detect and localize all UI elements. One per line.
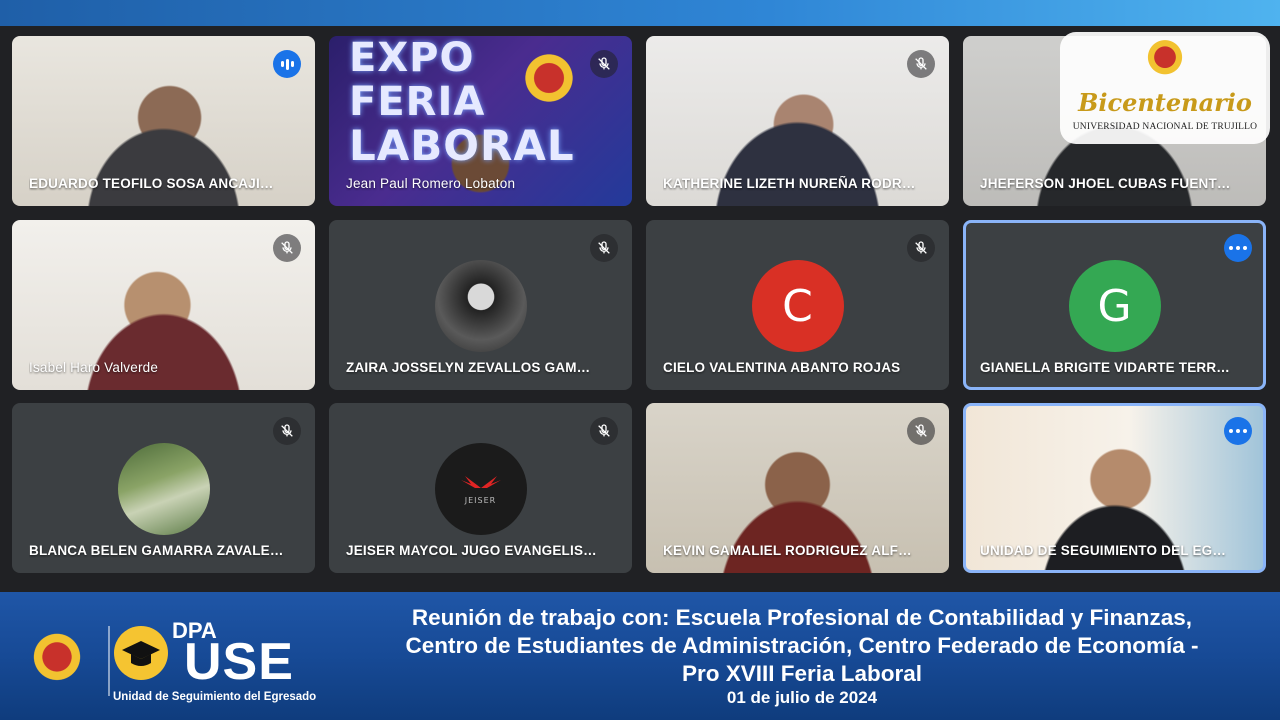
participant-tile[interactable]: C CIELO VALENTINA ABANTO ROJAS <box>646 220 949 390</box>
participant-name: BLANCA BELEN GAMARRA ZAVALE… <box>29 543 284 558</box>
participant-name: Isabel Haro Valverde <box>29 360 159 375</box>
mic-off-icon <box>273 417 301 445</box>
participant-name: JHEFERSON JHOEL CUBAS FUENT… <box>980 176 1231 191</box>
mic-off-icon <box>590 417 618 445</box>
wings-logo-icon <box>460 475 501 488</box>
mic-off-icon <box>907 417 935 445</box>
participant-tile[interactable]: Isabel Haro Valverde <box>12 220 315 390</box>
participant-name: GIANELLA BRIGITE VIDARTE TERR… <box>980 360 1231 375</box>
logo-title: Bicentenario <box>1078 88 1252 117</box>
participant-tile[interactable]: BLANCA BELEN GAMARRA ZAVALE… <box>12 403 315 573</box>
university-logo: Bicentenario UNIVERSIDAD NACIONAL DE TRU… <box>1060 32 1270 144</box>
participant-name: KATHERINE LIZETH NUREÑA RODR… <box>663 176 916 191</box>
meeting-title: Reunión de trabajo con: Escuela Profesio… <box>405 605 1199 686</box>
top-accent-strip <box>0 0 1280 26</box>
more-options-icon[interactable] <box>1224 417 1252 445</box>
divider <box>108 626 110 696</box>
mic-off-icon <box>907 234 935 262</box>
graduation-cap-icon <box>114 626 168 680</box>
participant-name: JEISER MAYCOL JUGO EVANGELIS… <box>346 543 597 558</box>
mic-off-icon <box>907 50 935 78</box>
mic-off-icon <box>590 50 618 78</box>
mic-off-icon <box>273 234 301 262</box>
participant-tile[interactable]: G GIANELLA BRIGITE VIDARTE TERR… <box>963 220 1266 390</box>
avatar: C <box>751 260 844 352</box>
participant-name: KEVIN GAMALIEL RODRIGUEZ ALF… <box>663 543 912 558</box>
university-crest-icon <box>10 620 104 702</box>
participant-tile[interactable]: KEVIN GAMALIEL RODRIGUEZ ALF… <box>646 403 949 573</box>
participant-name: Jean Paul Romero Lobaton <box>346 176 516 191</box>
participant-tile[interactable]: KATHERINE LIZETH NUREÑA RODR… <box>646 36 949 206</box>
avatar <box>434 260 527 352</box>
participant-tile[interactable]: JEISER JEISER MAYCOL JUGO EVANGELIS… <box>329 403 632 573</box>
avatar: G <box>1068 260 1161 352</box>
unit-label: Unidad de Seguimiento del Egresado <box>113 691 317 703</box>
more-options-icon[interactable] <box>1224 234 1252 262</box>
title-banner: DPA USE Unidad de Seguimiento del Egresa… <box>0 592 1280 720</box>
participant-name: UNIDAD DE SEGUIMIENTO DEL EG… <box>980 543 1227 558</box>
meeting-date: 01 de julio de 2024 <box>726 688 878 707</box>
crest-icon <box>1128 32 1202 88</box>
avatar: JEISER <box>434 443 527 535</box>
logo-subtitle: UNIVERSIDAD NACIONAL DE TRUJILLO <box>1072 122 1258 132</box>
avatar <box>117 443 210 535</box>
crest-image <box>499 42 599 122</box>
participant-tile[interactable]: EXPO FERIA LABORAL Jean Paul Romero Loba… <box>329 36 632 206</box>
participant-tile[interactable]: ZAIRA JOSSELYN ZEVALLOS GAM… <box>329 220 632 390</box>
participant-tile[interactable]: EDUARDO TEOFILO SOSA ANCAJI… <box>12 36 315 206</box>
meeting-grid: EDUARDO TEOFILO SOSA ANCAJI… EXPO FERIA … <box>0 26 1280 592</box>
participant-name: CIELO VALENTINA ABANTO ROJAS <box>663 360 901 375</box>
speaking-icon <box>273 50 301 78</box>
participant-name: ZAIRA JOSSELYN ZEVALLOS GAM… <box>346 360 591 375</box>
mic-off-icon <box>590 234 618 262</box>
participant-tile[interactable]: UNIDAD DE SEGUIMIENTO DEL EG… <box>963 403 1266 573</box>
use-label: USE <box>184 633 294 691</box>
participant-name: EDUARDO TEOFILO SOSA ANCAJI… <box>29 176 274 191</box>
